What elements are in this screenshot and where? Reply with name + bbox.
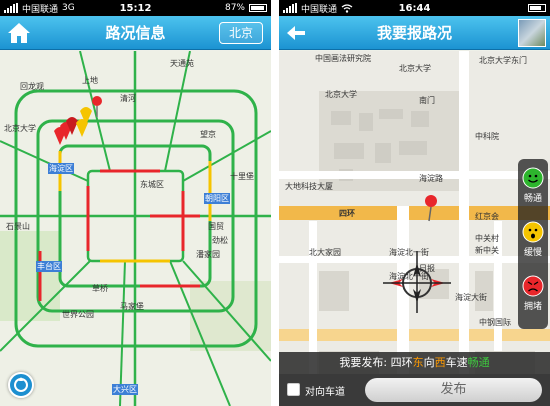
page-title: 我要报路况 (376, 24, 452, 42)
bottom-toolbar: 对向车道 发布 (279, 374, 550, 406)
map-label: 北大家园 (309, 248, 341, 257)
map-label: 日报 (419, 264, 435, 273)
status-label: 缓慢 (523, 248, 542, 258)
clock: 16:44 (398, 2, 431, 14)
report-direction-to: 西 (434, 356, 446, 369)
map-label: 红京会 (475, 212, 499, 221)
map-label: 南门 (419, 96, 435, 105)
opposite-lane-checkbox[interactable] (287, 383, 300, 396)
street-label: 四环 (339, 209, 355, 218)
map-label: 世界公园 (62, 310, 94, 319)
map-label: 中关村 (475, 234, 499, 243)
map-label: 大地科技大厦 (285, 182, 333, 191)
status-bar: 中国联通 3G 15:12 87% (0, 0, 271, 16)
clock: 15:12 (119, 2, 152, 14)
header: 路况信息 北京 (0, 16, 271, 50)
angry-face-icon (522, 275, 544, 297)
map-label: 马家堡 (120, 302, 144, 311)
map-label: 新中关 (475, 246, 499, 255)
map-label: 劲松 (212, 236, 228, 245)
traffic-status-selector: 畅通 缓慢 拥堵 (518, 159, 548, 329)
district-label: 丰台区 (36, 261, 62, 272)
map-label: 上地 (82, 76, 98, 85)
street-label: 海淀北一街 (389, 248, 429, 257)
report-prefix: 我要发布: 四环 (339, 356, 413, 369)
header: 我要报路况 (279, 16, 550, 50)
smile-face-icon (522, 167, 544, 189)
report-connector: 向 (423, 356, 435, 369)
district-label: 朝阳区 (204, 193, 230, 204)
map-label: 中钢国际 (479, 318, 511, 327)
street-label: 海淀大街 (455, 293, 487, 302)
status-bar: 中国联通 16:44 (279, 0, 550, 16)
worried-face-icon (522, 221, 544, 243)
report-speed-label: 车速 (445, 356, 468, 369)
phone-screen-traffic-info: 中国联通 3G 15:12 87% 路况信息 北京 天通苑 上地 北京大学 清河… (0, 0, 271, 406)
map-label: 北京大学东门 (479, 56, 527, 65)
map-label: 望京 (200, 130, 216, 139)
battery-icon (249, 4, 267, 12)
opposite-lane-label[interactable]: 对向车道 (305, 383, 345, 398)
map-label: 石景山 (6, 222, 30, 231)
map-label: 中科院 (475, 132, 499, 141)
map-label: 国贸 (208, 222, 224, 231)
map-label: 北京大学 (399, 64, 431, 73)
traffic-map-canvas (0, 51, 271, 406)
status-label: 拥堵 (523, 302, 542, 312)
map-label: 北京大学 (4, 124, 36, 133)
city-select-button[interactable]: 北京 (218, 22, 263, 44)
map-label: 中国画法研究院 (315, 54, 371, 63)
phone-screen-report-traffic: 中国联通 16:44 我要报路况 中国画法研究院 北京大学 北京大学东门 北京大… (279, 0, 550, 406)
map-label: 回龙观 (20, 82, 44, 91)
photo-thumbnail[interactable] (518, 19, 546, 47)
district-label: 海淀区 (48, 163, 74, 174)
report-summary-banner: 我要发布: 四环东向西车速畅通 (279, 352, 550, 374)
report-direction-from: 东 (412, 356, 424, 369)
map-label: 清河 (120, 94, 136, 103)
map-label: 北京大学 (325, 90, 357, 99)
status-label: 畅通 (523, 194, 542, 204)
report-status: 畅通 (467, 356, 490, 369)
battery-icon (528, 4, 546, 12)
submit-button[interactable]: 发布 (365, 378, 542, 402)
locate-button[interactable] (8, 372, 34, 398)
locate-icon (14, 377, 28, 392)
map-label: 潘家园 (196, 250, 220, 259)
traffic-map[interactable]: 天通苑 上地 北京大学 清河 回龙观 海淀区 朝阳区 东城区 丰台区 石景山 望… (0, 51, 271, 406)
street-label: 海淀路 (419, 174, 443, 183)
district-label: 大兴区 (112, 384, 138, 395)
map-label: 草桥 (92, 284, 108, 293)
map-label: 东城区 (140, 180, 164, 189)
status-option-congested[interactable]: 拥堵 (518, 275, 548, 312)
status-option-smooth[interactable]: 畅通 (518, 167, 548, 204)
map-label: 十里堡 (230, 172, 254, 181)
status-option-slow[interactable]: 缓慢 (518, 221, 548, 258)
map-label: 天通苑 (170, 59, 194, 68)
